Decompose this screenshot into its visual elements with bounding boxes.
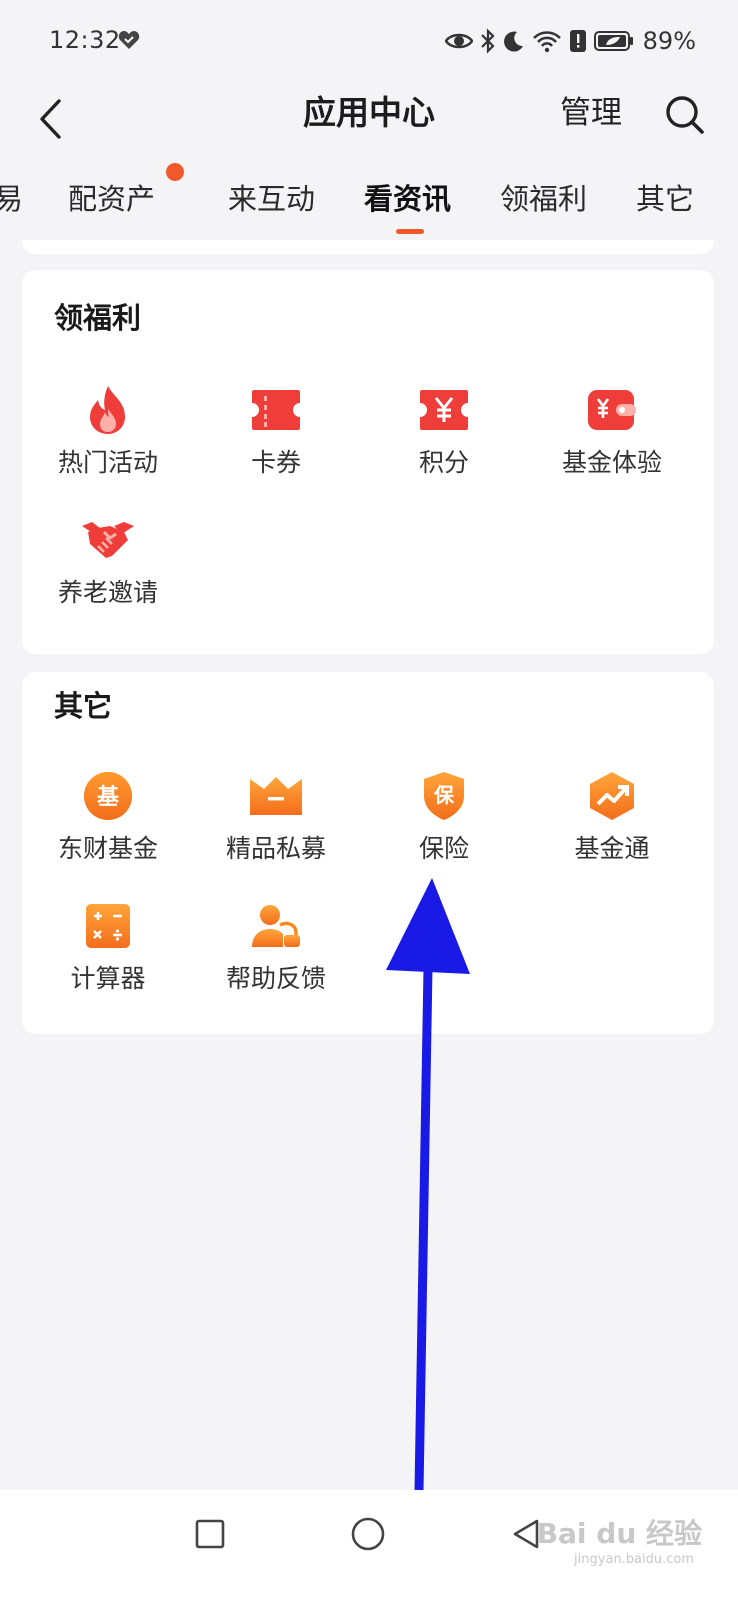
app-fund-connect[interactable]: 基金通 [526,768,698,880]
app-points[interactable]: 积分 [358,382,530,494]
square-icon [195,1519,225,1549]
manage-button[interactable]: 管理 [560,90,622,136]
app-calculator[interactable]: 计算器 [22,898,194,1010]
tab-welfare[interactable]: 领福利 [500,176,587,222]
support-person-icon [248,898,304,954]
app-insurance[interactable]: 保 保险 [358,768,530,880]
points-ticket-icon [416,382,472,438]
app-fund-trial[interactable]: 基金体验 [526,382,698,494]
app-label: 保险 [418,834,469,863]
previous-section-card-edge [22,240,714,254]
heart-shield-icon [118,31,140,49]
active-tab-indicator [396,229,424,234]
section-other: 其它 基 东财基金 精品私募 保 保险 基金通 计算器 帮助反馈 [22,672,714,1034]
app-center-screen: 12:32 89% 应用中心 管理 易 配资产 来互动 看资讯 领福利 其它 领… [0,0,738,1600]
search-button[interactable] [660,90,710,140]
annotation-arrow [386,878,470,1491]
tab-interact[interactable]: 来互动 [228,176,315,222]
app-pension-invite[interactable]: 养老邀请 [22,512,194,624]
watermark-url: jingyan.baidu.com [574,1552,694,1567]
app-label: 精品私募 [225,834,326,863]
handshake-icon [80,512,136,568]
bluetooth-icon [480,28,495,54]
coupon-icon [248,382,304,438]
watermark-logo: Bai du 经验 [536,1517,702,1550]
app-label: 养老邀请 [57,578,158,607]
tab-other[interactable]: 其它 [636,176,694,222]
wifi-icon [532,31,561,53]
eye-icon [444,33,473,49]
app-help-feedback[interactable]: 帮助反馈 [190,898,362,1010]
wallet-icon [584,382,640,438]
app-label: 基金体验 [561,448,662,477]
calculator-icon [80,898,136,954]
home-button[interactable] [346,1512,390,1556]
fund-glyph: 基 [97,785,120,810]
app-label: 计算器 [70,964,146,993]
page-title: 应用中心 [303,93,435,132]
tab-trade[interactable]: 易 [0,176,23,222]
section-title: 领福利 [54,301,142,335]
crown-icon [248,768,304,824]
alert-icon [569,30,586,52]
fund-circle-icon: 基 [80,768,136,824]
section-title: 其它 [54,689,113,723]
app-hot-activities[interactable]: 热门活动 [22,382,194,494]
app-label: 热门活动 [57,448,158,477]
battery-icon [593,31,633,51]
app-label: 东财基金 [57,834,158,863]
category-tabs: 易 配资产 来互动 看资讯 领福利 其它 [0,176,738,240]
app-eastmoney-fund[interactable]: 基 东财基金 [22,768,194,880]
circle-icon [351,1517,385,1551]
moon-icon [503,31,523,52]
app-label: 积分 [418,448,469,477]
chevron-left-icon [40,99,61,139]
trend-hexagon-icon [584,768,640,824]
shield-icon: 保 [416,768,472,824]
insurance-glyph: 保 [433,783,455,807]
back-button[interactable] [24,90,76,148]
app-label: 帮助反馈 [225,964,326,993]
app-coupons[interactable]: 卡券 [190,382,362,494]
status-icons: 89% [444,26,696,56]
recent-apps-button[interactable] [188,1512,232,1556]
header: 应用中心 管理 [0,80,738,160]
tab-news[interactable]: 看资讯 [364,176,451,222]
search-icon [666,96,704,134]
status-time: 12:32 [49,26,121,54]
status-bar: 12:32 89% [0,0,738,80]
tab-notification-dot [166,163,184,181]
app-label: 基金通 [574,834,650,863]
flame-icon [80,382,136,438]
battery-percent: 89% [642,27,696,55]
app-private-equity[interactable]: 精品私募 [190,768,362,880]
app-label: 卡券 [250,448,301,477]
tab-assets[interactable]: 配资产 [68,176,155,222]
section-welfare: 领福利 热门活动 卡券 积分 基金体验 养老邀请 [22,270,714,654]
